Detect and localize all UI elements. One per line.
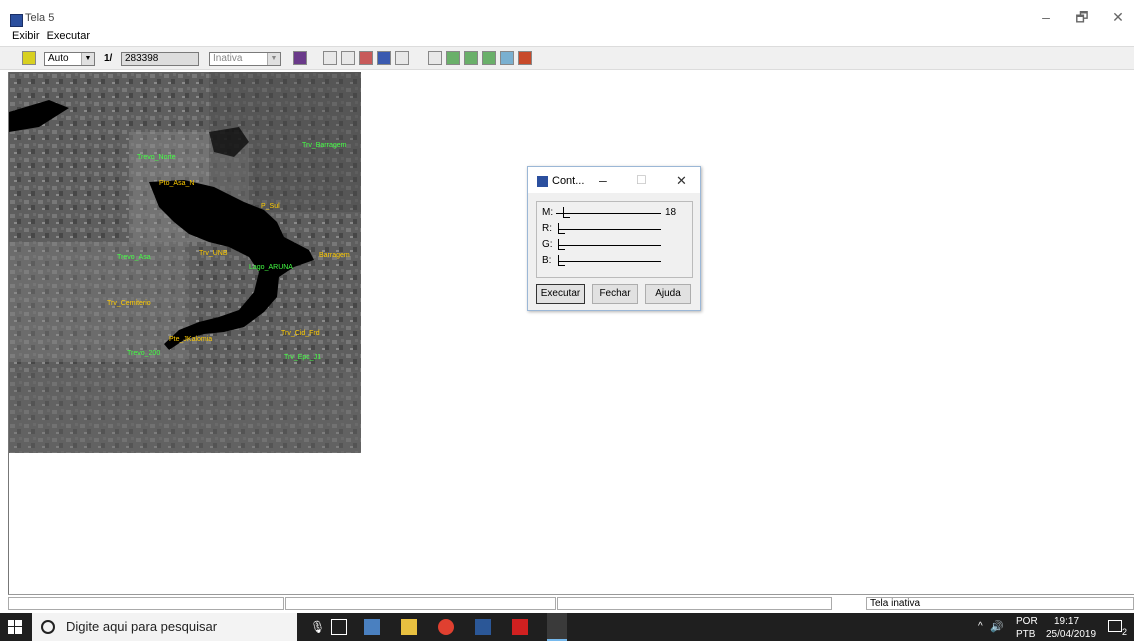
notification-icon[interactable] — [1108, 620, 1122, 632]
minimize-button[interactable]: – — [1034, 8, 1058, 26]
app-icon — [537, 176, 548, 187]
palette-icon[interactable] — [293, 51, 307, 65]
slider-r[interactable]: R: — [542, 223, 688, 237]
scale-prefix: 1/ — [104, 53, 113, 64]
language-top[interactable]: POR — [1016, 616, 1038, 627]
status-panel-1 — [8, 597, 284, 610]
volume-icon[interactable]: 🔊 — [990, 620, 1004, 633]
contrast-dialog: Cont... – ☐ ✕ M: 18 R: G: B: Executar Fe… — [527, 166, 701, 311]
tool-b-icon[interactable] — [464, 51, 478, 65]
slider-m-value: 18 — [665, 207, 677, 218]
slider-b[interactable]: B: — [542, 255, 688, 269]
menu-executar[interactable]: Executar — [45, 30, 92, 42]
map-label: Trv_Cemiterio — [107, 300, 151, 307]
zoom-in-icon[interactable] — [323, 51, 337, 65]
canvas-area[interactable]: Trevo_Norte Trv_Barragem Pto_Asa_N P_Sul… — [8, 72, 1134, 595]
maximize-button[interactable]: 🗗 — [1070, 8, 1094, 26]
cortana-icon — [41, 620, 55, 634]
info-icon[interactable] — [377, 51, 391, 65]
tool-c-icon[interactable] — [482, 51, 496, 65]
execute-button[interactable]: Executar — [536, 284, 585, 304]
app-icon — [10, 14, 23, 27]
chevron-up-icon[interactable]: ^ — [978, 621, 983, 632]
language-bottom[interactable]: PTB — [1016, 629, 1035, 640]
map-label: Trv_UNB — [199, 250, 228, 257]
mode-select[interactable]: Auto ▼ — [44, 52, 95, 66]
chevron-down-icon: ▼ — [267, 53, 280, 65]
dialog-close-button[interactable]: ✕ — [676, 173, 687, 189]
dialog-minimize-button[interactable]: – — [599, 172, 607, 188]
map-label: Trv_Cid_Frd — [281, 330, 320, 337]
menu-exibir[interactable]: Exibir — [10, 30, 42, 42]
clock-date[interactable]: 25/04/2019 — [1046, 629, 1096, 640]
slider-r-thumb[interactable] — [558, 223, 565, 234]
dialog-title-bar: Cont... – ☐ ✕ — [528, 167, 700, 193]
status-panel-2 — [285, 597, 556, 610]
slider-g-thumb[interactable] — [558, 239, 565, 250]
menu-bar: Exibir Executar — [10, 30, 92, 44]
taskbar-search[interactable]: Digite aqui para pesquisar — [32, 613, 297, 641]
map-label: P_Sul — [261, 203, 280, 210]
search-placeholder: Digite aqui para pesquisar — [66, 619, 218, 634]
draw-icon[interactable] — [428, 51, 442, 65]
plus-icon[interactable] — [341, 51, 355, 65]
status-text: Tela inativa — [866, 597, 1134, 610]
acrobat-icon[interactable] — [512, 619, 528, 635]
status-bar: Tela inativa — [8, 597, 1134, 611]
slider-g[interactable]: G: — [542, 239, 688, 253]
cursor-info-icon[interactable] — [395, 51, 409, 65]
image-labels: Trevo_Norte Trv_Barragem Pto_Asa_N P_Sul… — [9, 72, 361, 453]
back-arrow-icon[interactable] — [500, 51, 514, 65]
taskbar: Digite aqui para pesquisar 🎙 ^ 🔊 POR PTB… — [0, 613, 1134, 641]
status-panel-3 — [557, 597, 832, 610]
map-label: Trv_Barragem — [302, 142, 347, 149]
spring-app-icon[interactable] — [547, 613, 567, 641]
pan-icon[interactable] — [359, 51, 373, 65]
map-label: Barragem — [319, 252, 350, 259]
slider-b-thumb[interactable] — [558, 255, 565, 266]
undo-icon[interactable] — [518, 51, 532, 65]
title-bar: Tela 5 – 🗗 ✕ — [0, 0, 1134, 28]
word-icon[interactable] — [475, 619, 491, 635]
slider-m-thumb[interactable] — [563, 207, 570, 218]
chevron-down-icon: ▼ — [81, 53, 94, 65]
slider-m[interactable]: M: 18 — [542, 207, 688, 221]
toolbar: Auto ▼ 1/ 283398 Inativa ▼ — [0, 46, 1134, 70]
map-label: Trevo_Asa — [117, 254, 151, 261]
cursor-tool-icon[interactable] — [22, 51, 36, 65]
map-label: Pte_JKalomia — [169, 336, 213, 343]
scale-input[interactable]: 283398 — [121, 52, 199, 66]
close-button[interactable]: ✕ — [1106, 8, 1130, 26]
map-label: Trevo_Norte — [137, 154, 176, 161]
window-title: Tela 5 — [25, 12, 55, 24]
file-explorer-icon[interactable] — [401, 619, 417, 635]
clock-time[interactable]: 19:17 — [1054, 616, 1079, 627]
tool-a-icon[interactable] — [446, 51, 460, 65]
dialog-maximize-button: ☐ — [636, 173, 647, 187]
state-select[interactable]: Inativa ▼ — [209, 52, 281, 66]
close-dialog-button[interactable]: Fechar — [592, 284, 638, 304]
microphone-icon[interactable]: 🎙 — [310, 620, 325, 634]
map-label: Trv_Epc_J1 — [284, 354, 322, 361]
dialog-title: Cont... — [552, 175, 585, 187]
map-label: Trevo_200 — [127, 350, 161, 357]
notification-count: 2 — [1122, 627, 1128, 637]
help-button[interactable]: Ajuda — [645, 284, 691, 304]
app-paint-icon[interactable] — [364, 619, 380, 635]
task-view-icon[interactable] — [331, 619, 347, 635]
windows-start-icon[interactable] — [8, 620, 22, 634]
chrome-icon[interactable] — [438, 619, 454, 635]
map-label: Pto_Asa_N — [159, 180, 195, 187]
map-label: Lago_ARUNA — [249, 264, 293, 271]
